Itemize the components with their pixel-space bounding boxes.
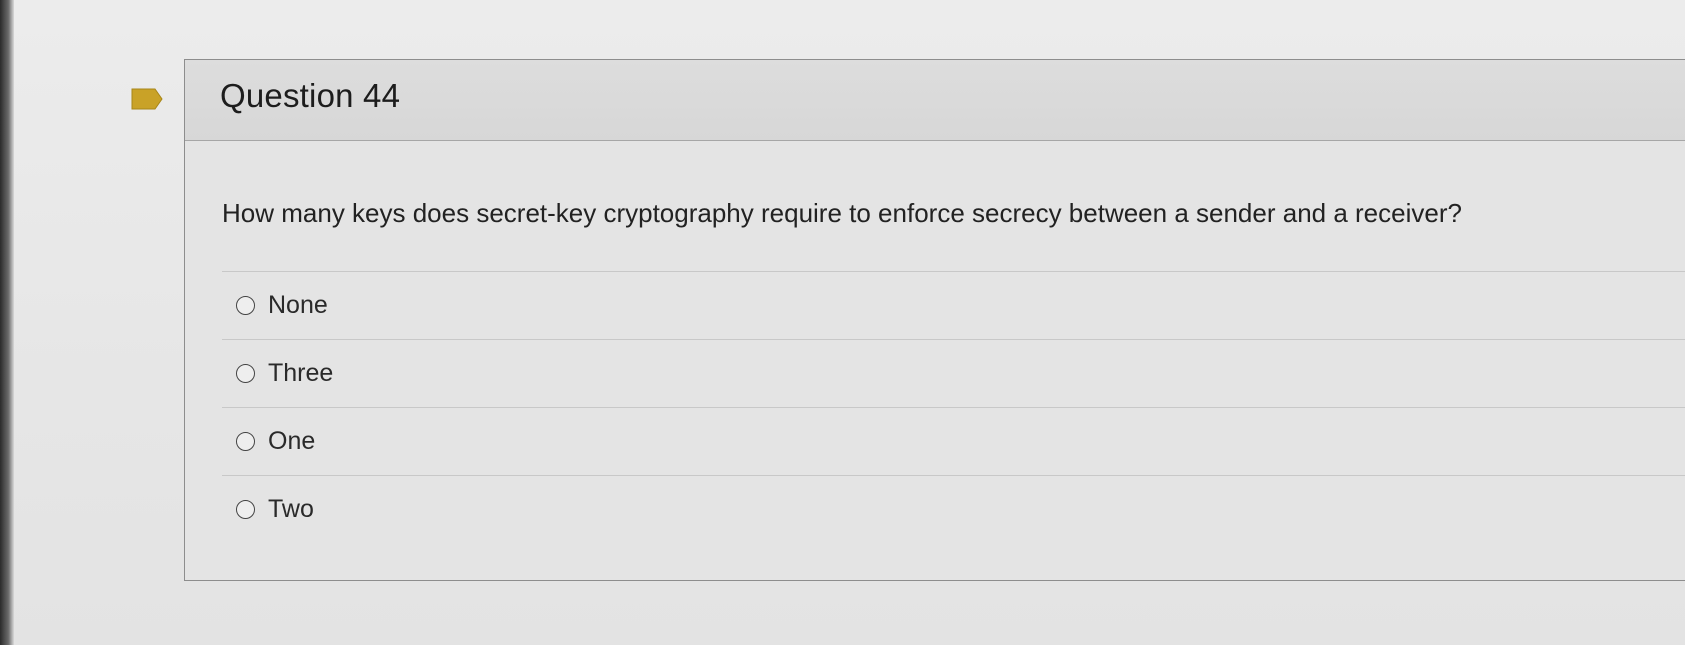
flag-icon[interactable]	[131, 88, 163, 110]
question-prompt: How many keys does secret-key cryptograp…	[222, 198, 1462, 228]
answer-label[interactable]: Two	[268, 495, 314, 524]
question-card: Question 44 How many keys does secret-ke…	[184, 59, 1685, 581]
answer-list: None Three One Two	[222, 271, 1685, 543]
answer-label[interactable]: None	[268, 291, 328, 320]
answer-option-three[interactable]: Three	[222, 340, 1685, 407]
question-header: Question 44	[185, 60, 1685, 141]
radio-button[interactable]	[236, 432, 255, 451]
question-title: Question 44	[220, 77, 401, 114]
radio-button[interactable]	[236, 364, 255, 383]
answer-option-two[interactable]: Two	[222, 476, 1685, 543]
answer-option-none[interactable]: None	[222, 272, 1685, 339]
screen-bezel	[0, 0, 14, 645]
radio-button[interactable]	[236, 500, 255, 519]
answer-label[interactable]: One	[268, 427, 315, 456]
answer-label[interactable]: Three	[268, 359, 333, 388]
radio-button[interactable]	[236, 296, 255, 315]
quiz-page: Question 44 How many keys does secret-ke…	[14, 0, 1685, 645]
answer-option-one[interactable]: One	[222, 408, 1685, 475]
